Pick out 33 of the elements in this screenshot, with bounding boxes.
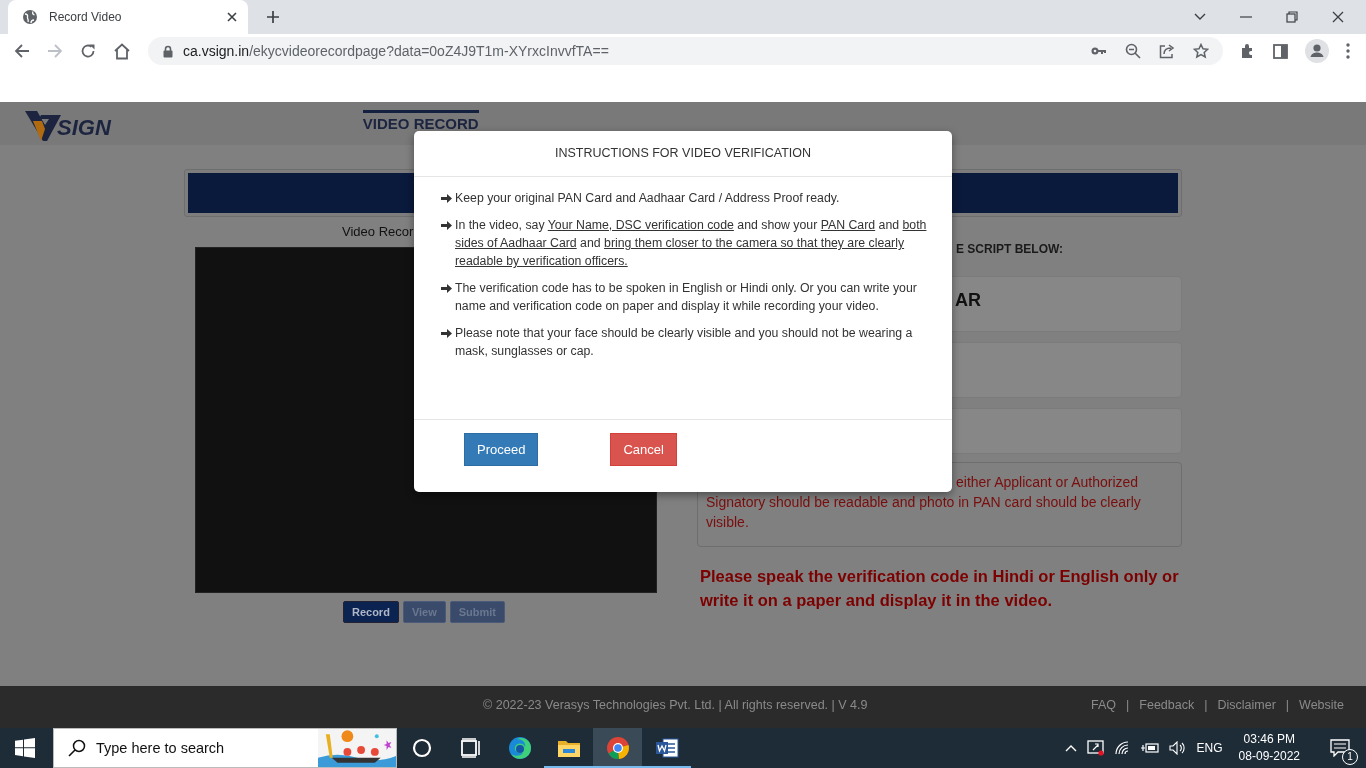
instruction-text: Keep your original PAN Card and Aadhaar Card / Address Proof ready. [455,190,840,207]
browser-tab[interactable]: Record Video [8,0,248,34]
script-heading: E SCRIPT BELOW: [956,242,1064,258]
proceed-button[interactable]: Proceed [464,433,539,466]
footer-link[interactable]: Feedback [1139,698,1195,712]
instruction-text: In the video, say Your Name, DSC verification code and show your PAN Card and both sides of Aadhaar Card and bring them closer to the camera so that they are clearly readable by verification officers. [455,217,928,270]
url-text: ca.vsign.in/ekycvideorecordpage?data=0oZ4J9T1m-XYrxcInvvfTA== [183,43,609,59]
separator: | [1204,698,1208,712]
copyright-text: © 2022-23 Verasys Technologies Pvt. Ltd. | All rights reserved. | V 4.9 [483,698,869,712]
video-button[interactable]: Record [342,601,399,623]
cancel-button[interactable]: Cancel [610,433,677,466]
clock-time[interactable]: 03:46 PM [1243,731,1295,748]
instruction-text: The verification code has to be spoken in English or Hindi only. Or you can write your name and verification code on paper and display it while recording your video. [455,280,918,315]
search-field[interactable]: Type here to search [53,728,397,768]
tab-title: Record Video [49,10,123,24]
search-input[interactable]: Type here to search [94,739,310,757]
footer-link[interactable]: Website [1299,698,1344,712]
footer-link[interactable]: Disclaimer [1217,698,1276,712]
footer-link[interactable]: FAQ [1091,698,1117,712]
warning-text: Please speak the verification code in Hindi or English only or write it on a paper and display it in the video. [699,566,1180,611]
notification-badge: 1 [1342,749,1358,765]
clock-date[interactable]: 08-09-2022 [1238,748,1300,765]
separator: | [1285,698,1290,712]
video-label: Video Recor [342,224,414,241]
logo-text: SIGN [57,115,111,141]
address-bar[interactable]: ca.vsign.in/ekycvideorecordpage?data=0oZ4J9T1m-XYrxcInvvfTA== [148,37,1223,65]
language-indicator[interactable]: ENG [1196,741,1223,755]
modal-title: INSTRUCTIONS FOR VIDEO VERIFICATION [414,131,952,177]
script-text: AR [955,290,981,310]
note-text: Signatory should be readable and photo in PAN card should be clearly visible. [706,493,1142,532]
instruction-text: Please note that your face should be clearly visible and you should not be wearing a mask, sunglasses or cap. [455,325,914,360]
note-text: either Applicant or Authorized [956,473,1139,492]
separator: | [1126,698,1130,712]
